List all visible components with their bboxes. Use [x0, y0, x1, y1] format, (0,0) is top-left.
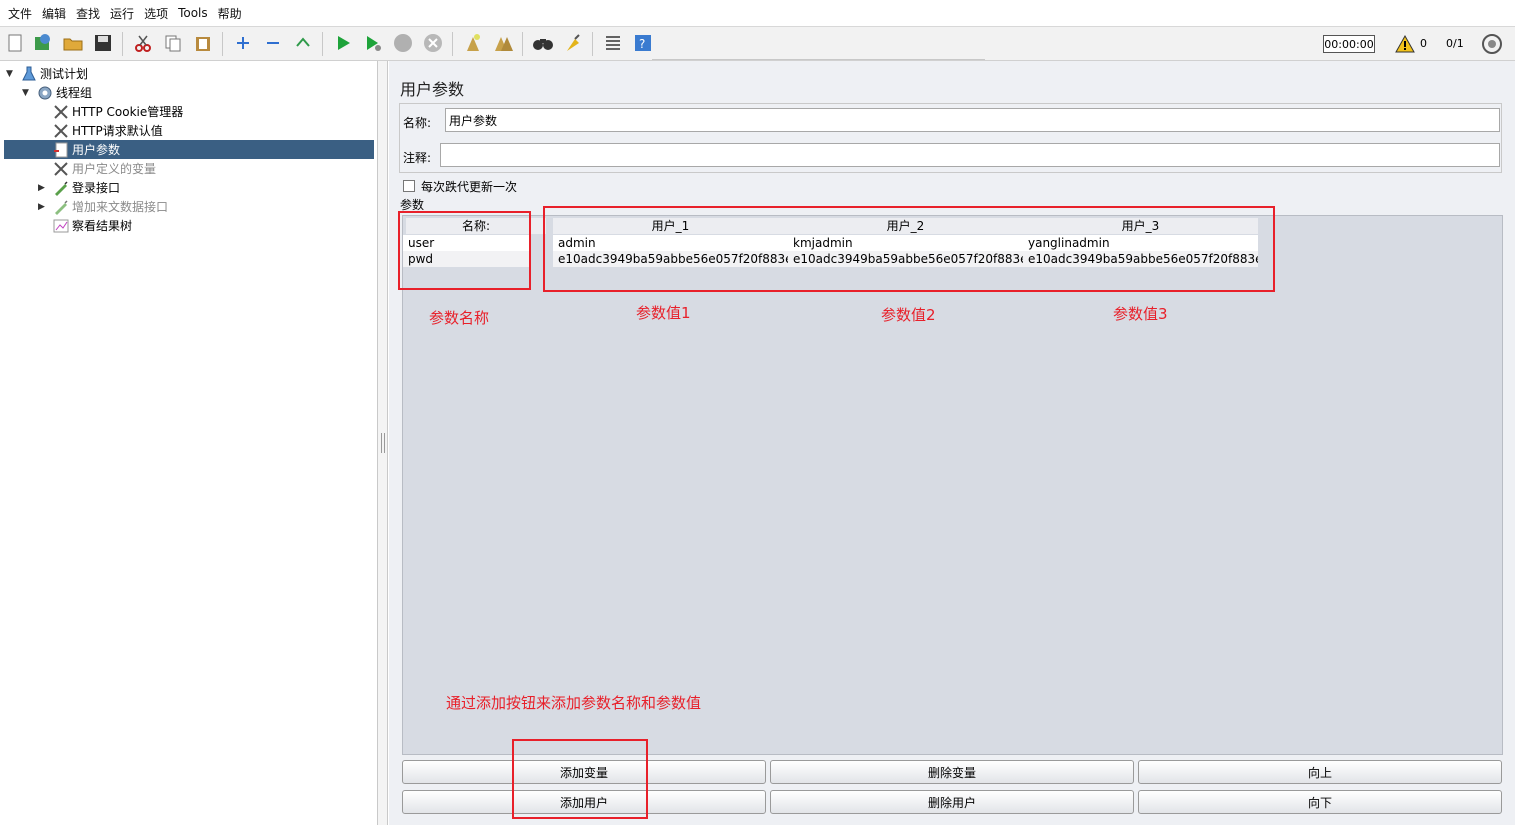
delete-user-button[interactable]: 删除用户	[770, 790, 1134, 814]
annotation-value-2: 参数值2	[881, 306, 936, 324]
warning-icon[interactable]	[1394, 33, 1416, 55]
move-up-button[interactable]: 向上	[1138, 760, 1502, 784]
menu-search[interactable]: 查找	[76, 5, 100, 22]
tree-item-login-api[interactable]: ▶ 登录接口	[38, 178, 120, 197]
menu-tools[interactable]: Tools	[178, 6, 208, 20]
tree-item-cookie-manager[interactable]: HTTP Cookie管理器	[52, 102, 183, 121]
expand-icon[interactable]	[232, 32, 254, 54]
panel-splitter[interactable]	[378, 61, 388, 825]
expand-toggle-icon[interactable]: ▶	[38, 183, 48, 193]
paste-icon[interactable]	[192, 32, 214, 54]
toolbar: ? 00:00:00 0 0/1	[0, 27, 1515, 61]
annotation-box-add-buttons	[512, 739, 648, 819]
comment-label: 注释:	[403, 151, 432, 165]
tree-item-user-parameters[interactable]: 用户参数	[4, 140, 374, 159]
chart-icon	[52, 217, 70, 235]
clear-icon[interactable]	[462, 32, 484, 54]
menu-options[interactable]: 选项	[144, 5, 168, 22]
start-icon[interactable]	[332, 32, 354, 54]
reset-search-icon[interactable]	[562, 32, 584, 54]
menu-edit[interactable]: 编辑	[42, 5, 66, 22]
menu-help[interactable]: 帮助	[218, 5, 242, 22]
annotation-box-param-name	[398, 211, 531, 290]
splitter-grip[interactable]	[381, 433, 385, 453]
annotation-box-param-values	[543, 206, 1275, 292]
tree-item-label: HTTP请求默认值	[72, 124, 163, 138]
save-icon[interactable]	[92, 32, 114, 54]
tools-icon	[52, 122, 70, 140]
tree-item-label: 测试计划	[40, 67, 89, 81]
test-plan-icon	[20, 65, 38, 83]
tools-icon	[52, 160, 70, 178]
stop-icon[interactable]	[392, 32, 414, 54]
tree-item-label: 登录接口	[72, 181, 121, 195]
tree-item-label: 用户参数	[72, 143, 121, 157]
tree-item-view-results-tree[interactable]: 察看结果树	[52, 216, 132, 235]
collapse-icon[interactable]	[262, 32, 284, 54]
pencil-icon	[52, 198, 70, 216]
tools-icon	[52, 103, 70, 121]
cut-icon[interactable]	[132, 32, 154, 54]
tree-item-test-plan[interactable]: ▼ 测试计划	[6, 64, 88, 83]
checkbox-label: 每次跌代更新一次	[421, 180, 518, 194]
elapsed-timer: 00:00:00	[1323, 35, 1375, 53]
tree-item-label: 察看结果树	[72, 219, 133, 233]
menu-run[interactable]: 运行	[110, 5, 134, 22]
search-icon[interactable]	[532, 32, 554, 54]
clear-all-icon[interactable]	[492, 32, 514, 54]
move-down-button[interactable]: 向下	[1138, 790, 1502, 814]
delete-variable-button[interactable]: 删除变量	[770, 760, 1134, 784]
annotation-param-name: 参数名称	[429, 309, 490, 327]
templates-icon[interactable]	[32, 32, 54, 54]
gear-icon	[36, 84, 54, 102]
test-plan-tree: ▼ 测试计划 ▼ 线程组 HTTP Cookie管理器 HTTP请求默认值 用户…	[0, 61, 378, 825]
name-comment-box: 名称: 注释:	[399, 103, 1502, 173]
tree-item-user-defined-variables[interactable]: 用户定义的变量	[52, 159, 156, 178]
tree-item-http-defaults[interactable]: HTTP请求默认值	[52, 121, 163, 140]
tree-item-thread-group[interactable]: ▼ 线程组	[22, 83, 92, 102]
menu-bar: 文件 编辑 查找 运行 选项 Tools 帮助	[0, 0, 1515, 27]
shutdown-icon[interactable]	[422, 32, 444, 54]
document-icon	[52, 141, 70, 159]
menu-file[interactable]: 文件	[8, 5, 32, 22]
new-file-icon[interactable]	[4, 32, 26, 54]
params-table-panel: 名称: 用户_1 用户_2 用户_3 user admin kmjadmin y…	[402, 215, 1503, 755]
annotation-value-1: 参数值1	[636, 304, 691, 322]
toggle-icon[interactable]	[292, 32, 314, 54]
tree-item-label: HTTP Cookie管理器	[72, 105, 184, 119]
remote-gear-icon[interactable]	[1481, 33, 1503, 55]
tree-item-add-document-api[interactable]: ▶ 增加来文数据接口	[38, 197, 168, 216]
tree-item-label: 增加来文数据接口	[72, 200, 169, 214]
expand-toggle-icon[interactable]: ▼	[6, 69, 16, 79]
tree-item-label: 线程组	[56, 86, 93, 100]
copy-icon[interactable]	[162, 32, 184, 54]
comment-field[interactable]	[440, 143, 1500, 167]
start-no-pause-icon[interactable]	[362, 32, 384, 54]
annotation-hint: 通过添加按钮来添加参数名称和参数值	[446, 694, 702, 712]
function-helper-icon[interactable]	[602, 32, 624, 54]
update-each-iteration-checkbox[interactable]	[403, 180, 415, 192]
pencil-icon	[52, 179, 70, 197]
thread-count: 0/1	[1446, 37, 1464, 50]
panel-title: 用户参数	[400, 80, 465, 99]
expand-toggle-icon[interactable]: ▼	[22, 88, 32, 98]
name-label: 名称:	[403, 116, 432, 130]
warning-count: 0	[1420, 37, 1427, 50]
help-icon[interactable]: ?	[632, 32, 654, 54]
name-field[interactable]	[445, 108, 1500, 132]
annotation-value-3: 参数值3	[1113, 305, 1168, 323]
open-folder-icon[interactable]	[62, 32, 84, 54]
expand-toggle-icon[interactable]: ▶	[38, 202, 48, 212]
tree-item-label: 用户定义的变量	[72, 162, 157, 176]
svg-text:?: ?	[639, 37, 645, 51]
